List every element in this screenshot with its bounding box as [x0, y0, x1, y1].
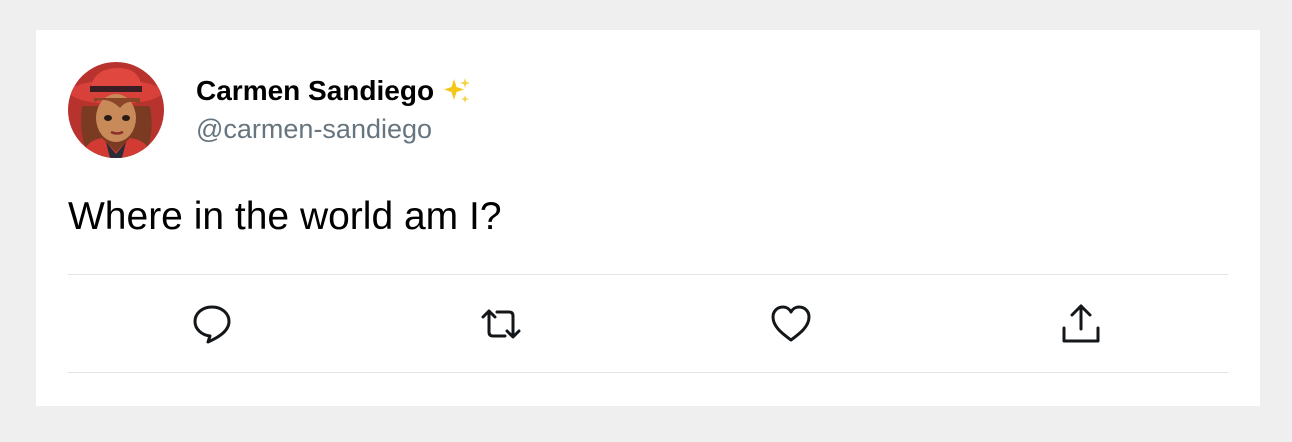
- author-name-row: Carmen Sandiego: [196, 74, 472, 108]
- author-name[interactable]: Carmen Sandiego: [196, 75, 434, 107]
- tweet-author: Carmen Sandiego @carmen-sandiego: [196, 74, 472, 145]
- tweet-card: Carmen Sandiego @carmen-sandiego Where i…: [36, 30, 1260, 406]
- avatar[interactable]: [68, 62, 164, 158]
- retweet-button[interactable]: [477, 301, 525, 347]
- avatar-image: [68, 62, 164, 158]
- retweet-icon: [481, 309, 521, 339]
- like-icon: [771, 305, 811, 342]
- share-icon: [1062, 304, 1100, 343]
- tweet-text: Where in the world am I?: [68, 195, 502, 238]
- share-button[interactable]: [1057, 301, 1105, 347]
- sparkles-icon: [444, 78, 471, 103]
- author-handle[interactable]: @carmen-sandiego: [196, 114, 472, 145]
- reply-icon: [193, 305, 231, 344]
- tweet-actions: [68, 275, 1228, 372]
- like-button[interactable]: [767, 301, 815, 347]
- divider: [68, 372, 1228, 373]
- reply-button[interactable]: [188, 301, 236, 347]
